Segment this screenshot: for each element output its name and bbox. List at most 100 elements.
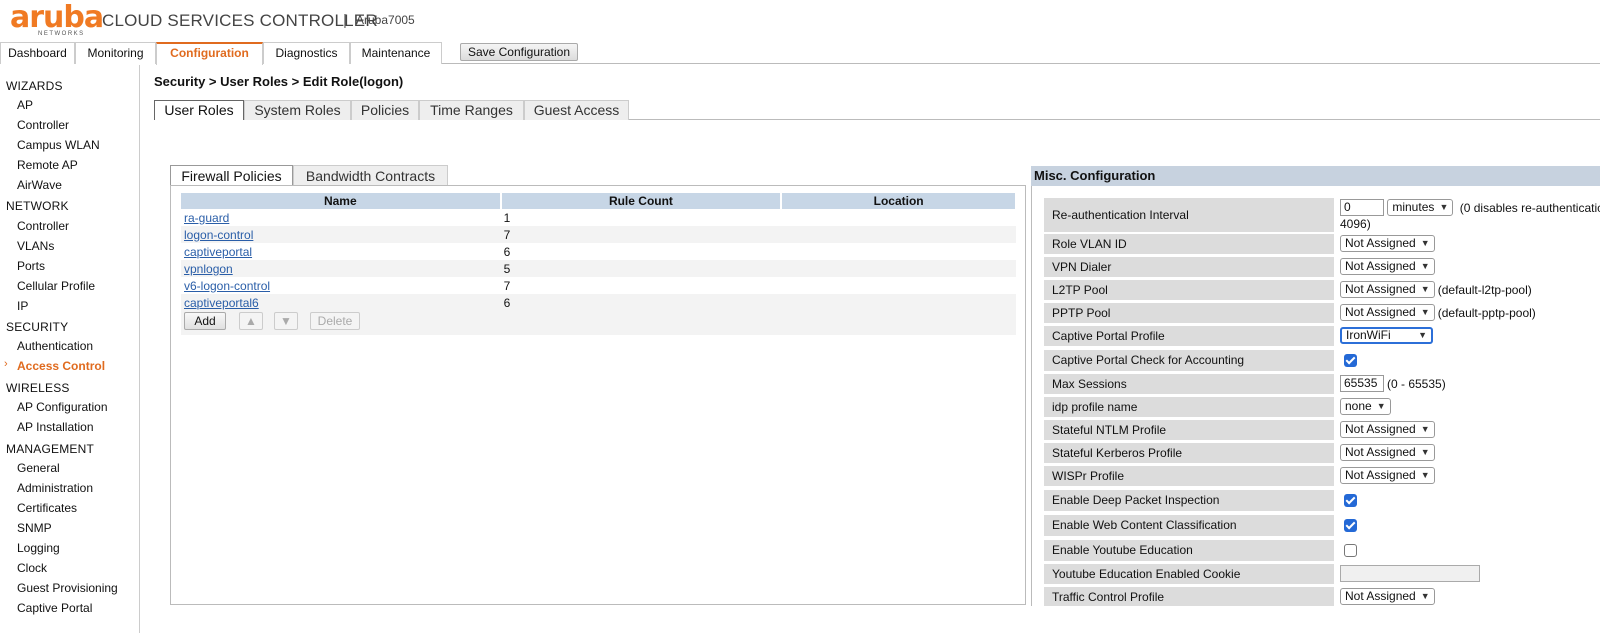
sidebar-item-administration[interactable]: Administration <box>17 481 93 495</box>
chevron-down-icon: ▼ <box>1420 307 1430 317</box>
sidebar-item-controller-wizard[interactable]: Controller <box>17 118 69 132</box>
stateful-kerberos-select[interactable]: Not Assigned ▼ <box>1340 444 1435 461</box>
traffic-control-profile-value: Not Assigned <box>1345 589 1416 603</box>
sidebar-item-cellular-profile[interactable]: Cellular Profile <box>17 279 95 293</box>
sidebar-item-guest-provisioning[interactable]: Guest Provisioning <box>17 581 118 595</box>
table-row[interactable]: vpnlogon 5 <box>181 260 1016 277</box>
sidebar-item-ip[interactable]: IP <box>17 299 28 313</box>
chevron-down-icon: ▼ <box>1420 238 1430 248</box>
tab-monitoring[interactable]: Monitoring <box>75 42 156 64</box>
youtube-education-checkbox[interactable] <box>1344 544 1357 558</box>
policy-link[interactable]: logon-control <box>184 228 253 242</box>
l2tp-pool-select[interactable]: Not Assigned ▼ <box>1340 281 1435 298</box>
traffic-control-profile-label: Traffic Control Profile <box>1044 587 1334 606</box>
deep-packet-inspection-checkbox[interactable] <box>1344 494 1357 508</box>
pptp-pool-select[interactable]: Not Assigned ▼ <box>1340 304 1435 321</box>
sidebar-item-campus-wlan[interactable]: Campus WLAN <box>17 138 100 152</box>
table-row[interactable]: logon-control 7 <box>181 226 1016 243</box>
sidebar-item-snmp[interactable]: SNMP <box>17 521 52 535</box>
app-header: aruba NETWORKS CLOUD SERVICES CONTROLLER… <box>0 0 1600 40</box>
column-header-rule-count[interactable]: Rule Count <box>500 193 783 209</box>
top-navigation: Dashboard Monitoring Configuration Diagn… <box>0 42 1600 65</box>
youtube-education-label: Enable Youtube Education <box>1044 540 1334 561</box>
chevron-right-icon: › <box>4 358 8 370</box>
reauth-interval-input[interactable]: 0 <box>1340 199 1384 216</box>
sidebar-item-ports[interactable]: Ports <box>17 259 45 273</box>
reauth-unit-select[interactable]: minutes ▼ <box>1387 199 1454 216</box>
tab-maintenance[interactable]: Maintenance <box>350 42 442 64</box>
sidebar-item-authentication[interactable]: Authentication <box>17 339 93 353</box>
policy-link[interactable]: v6-logon-control <box>184 279 270 293</box>
column-header-location[interactable]: Location <box>781 193 1017 209</box>
firewall-policies-table: Name Rule Count Location ra-guard 1 logo… <box>181 193 1017 335</box>
sidebar-section-network: NETWORK <box>6 199 69 213</box>
idp-profile-select[interactable]: none ▼ <box>1340 398 1391 415</box>
sidebar-item-general[interactable]: General <box>17 461 60 475</box>
tab-dashboard[interactable]: Dashboard <box>0 42 75 64</box>
delete-policy-button[interactable]: Delete <box>310 312 360 330</box>
tab-user-roles[interactable]: User Roles <box>154 100 244 120</box>
sidebar-section-wireless: WIRELESS <box>6 381 70 395</box>
l2tp-pool-value: Not Assigned <box>1345 282 1416 296</box>
captive-portal-check-checkbox[interactable] <box>1344 354 1357 368</box>
table-row[interactable]: ra-guard 1 <box>181 209 1016 226</box>
table-row[interactable]: captiveportal 6 <box>181 243 1016 260</box>
tab-system-roles[interactable]: System Roles <box>244 100 351 120</box>
tab-diagnostics[interactable]: Diagnostics <box>263 42 350 64</box>
stateful-ntlm-select[interactable]: Not Assigned ▼ <box>1340 421 1435 438</box>
sidebar-section-security: SECURITY <box>6 320 69 334</box>
sidebar-item-access-control[interactable]: Access Control <box>17 359 105 373</box>
sidebar-item-network-controller[interactable]: Controller <box>17 219 69 233</box>
rule-count-cell: 7 <box>503 278 511 293</box>
policy-link[interactable]: ra-guard <box>184 211 229 225</box>
tab-time-ranges[interactable]: Time Ranges <box>419 100 524 120</box>
captive-portal-profile-select[interactable]: IronWiFi ▼ <box>1340 327 1433 344</box>
rule-count-cell: 6 <box>503 244 511 259</box>
sidebar-item-remote-ap[interactable]: Remote AP <box>17 158 78 172</box>
youtube-cookie-input[interactable] <box>1340 565 1480 582</box>
rule-count-cell: 7 <box>500 226 782 243</box>
policy-link[interactable]: captiveportal6 <box>184 296 259 310</box>
pptp-pool-default: (default-pptp-pool) <box>1437 305 1536 320</box>
sidebar-item-captive-portal[interactable]: Captive Portal <box>17 601 92 615</box>
sidebar-item-vlans[interactable]: VLANs <box>17 239 54 253</box>
web-content-classification-checkbox[interactable] <box>1344 519 1357 533</box>
tab-firewall-policies[interactable]: Firewall Policies <box>170 165 293 186</box>
tab-bandwidth-contracts[interactable]: Bandwidth Contracts <box>293 165 448 186</box>
table-row[interactable]: v6-logon-control 7 <box>181 277 1016 294</box>
reauth-interval-hint-wrap: 4096) <box>1340 217 1371 231</box>
web-content-classification-label: Enable Web Content Classification <box>1044 515 1334 536</box>
add-policy-button[interactable]: Add <box>184 312 226 330</box>
policy-link[interactable]: captiveportal <box>184 245 252 259</box>
move-down-button[interactable]: ▼ <box>274 312 298 330</box>
column-header-name[interactable]: Name <box>181 193 502 209</box>
sidebar-item-certificates[interactable]: Certificates <box>17 501 77 515</box>
role-vlan-id-select[interactable]: Not Assigned ▼ <box>1340 235 1435 252</box>
tab-policies[interactable]: Policies <box>351 100 419 120</box>
stateful-kerberos-label: Stateful Kerberos Profile <box>1044 443 1334 463</box>
logo-subtitle: NETWORKS <box>38 31 85 37</box>
max-sessions-label: Max Sessions <box>1044 374 1334 394</box>
sidebar-item-airwave[interactable]: AirWave <box>17 178 62 192</box>
sidebar-section-management: MANAGEMENT <box>6 442 95 456</box>
vpn-dialer-value: Not Assigned <box>1345 259 1416 273</box>
traffic-control-profile-select[interactable]: Not Assigned ▼ <box>1340 588 1435 605</box>
sidebar-item-clock[interactable]: Clock <box>17 561 47 575</box>
max-sessions-input[interactable]: 65535 <box>1340 375 1384 392</box>
tab-guest-access[interactable]: Guest Access <box>524 100 629 120</box>
policy-link[interactable]: vpnlogon <box>184 262 233 276</box>
table-row[interactable]: captiveportal6 6 <box>181 294 1016 311</box>
vpn-dialer-select[interactable]: Not Assigned ▼ <box>1340 258 1435 275</box>
save-configuration-button[interactable]: Save Configuration <box>460 43 578 61</box>
youtube-cookie-label: Youtube Education Enabled Cookie <box>1044 564 1334 584</box>
deep-packet-inspection-label: Enable Deep Packet Inspection <box>1044 490 1334 511</box>
tab-configuration[interactable]: Configuration <box>156 42 263 65</box>
sidebar-item-ap-installation[interactable]: AP Installation <box>17 420 94 434</box>
sidebar-item-logging[interactable]: Logging <box>17 541 60 555</box>
sidebar-item-ap-configuration[interactable]: AP Configuration <box>17 400 108 414</box>
sidebar-item-ap-wizard[interactable]: AP <box>17 98 33 112</box>
aruba-logo[interactable]: aruba NETWORKS <box>10 3 104 39</box>
move-up-button[interactable]: ▲ <box>239 312 263 330</box>
wispr-profile-select[interactable]: Not Assigned ▼ <box>1340 467 1435 484</box>
captive-portal-check-label: Captive Portal Check for Accounting <box>1044 350 1334 371</box>
